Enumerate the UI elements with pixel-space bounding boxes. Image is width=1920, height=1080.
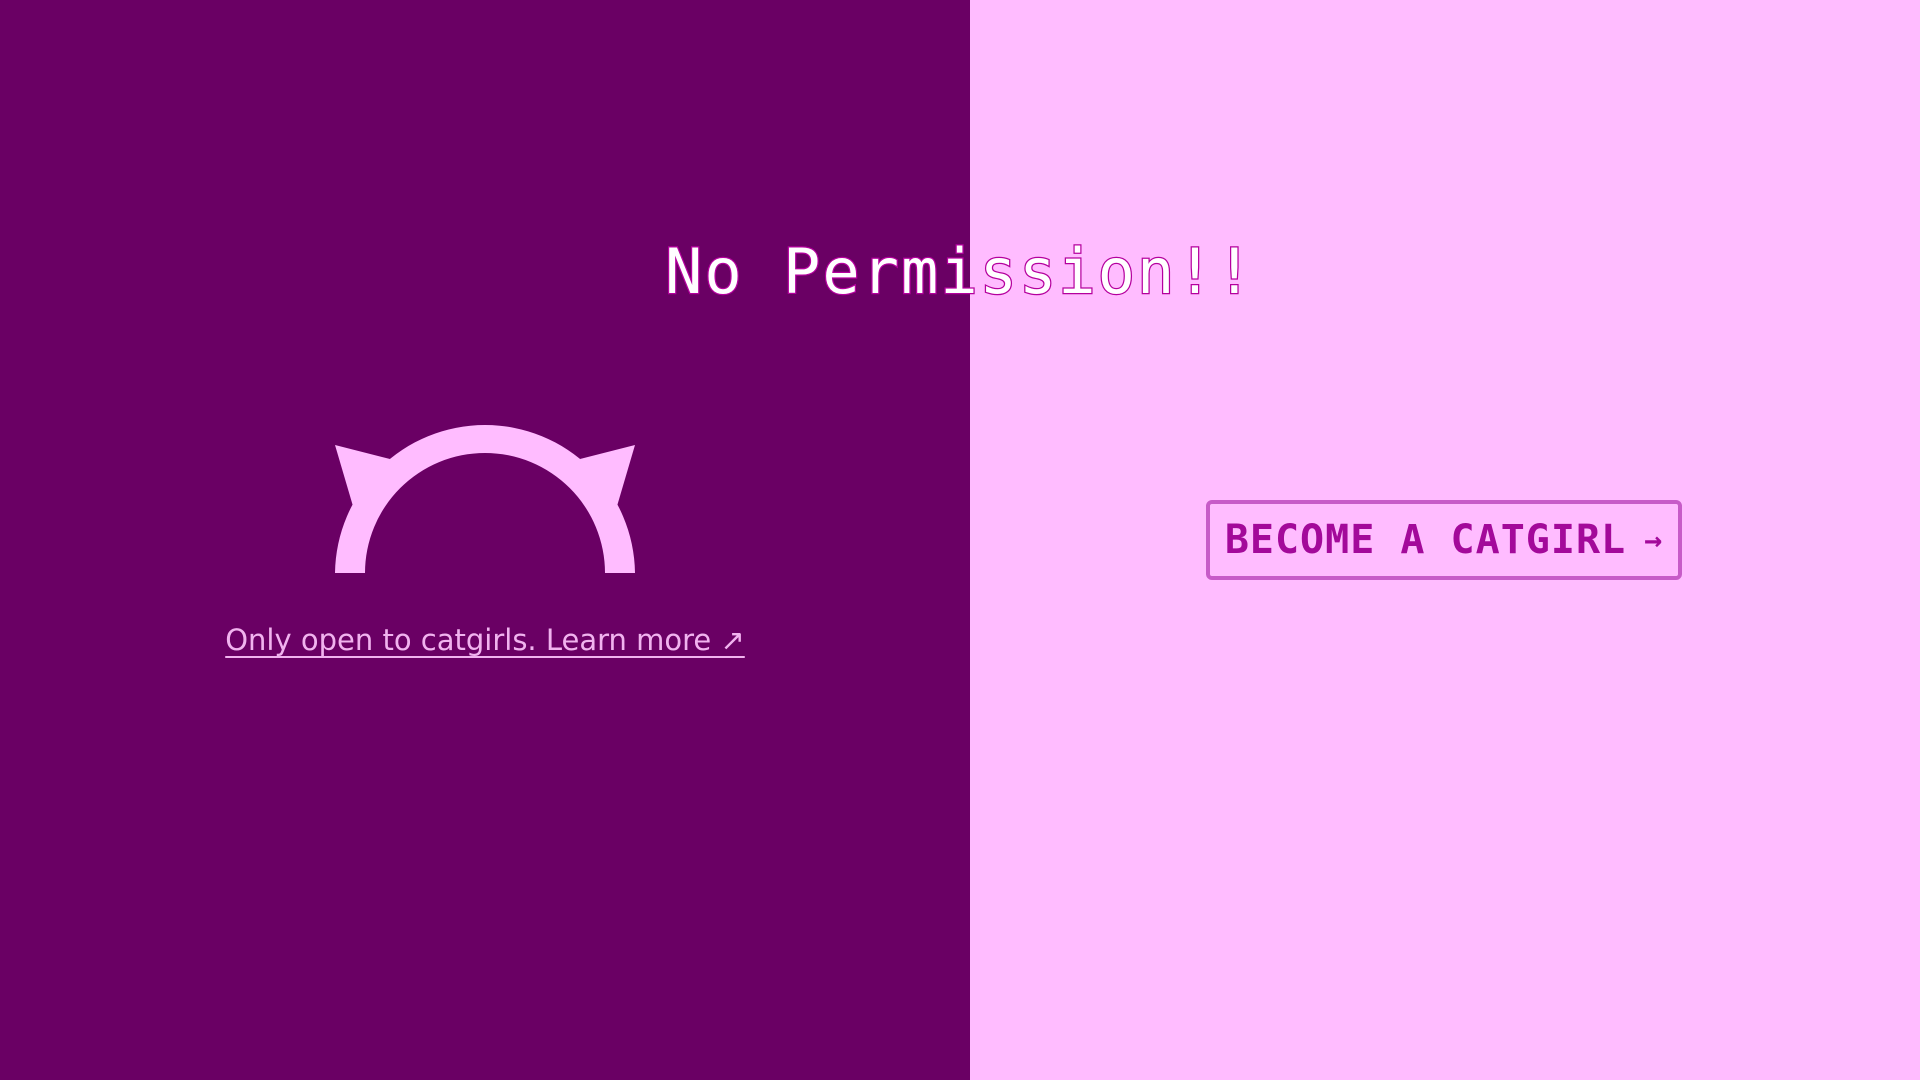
learn-more-link[interactable]: Only open to catgirls. Learn more ↗: [0, 620, 970, 660]
cat-ears-icon: [335, 425, 635, 573]
no-permission-page: No Permission!! Only open to catgirls. L…: [0, 0, 1920, 1080]
page-title: No Permission!!: [664, 234, 1255, 310]
become-catgirl-button-label: BECOME A CATGIRL: [1224, 517, 1627, 563]
become-catgirl-button[interactable]: BECOME A CATGIRL →: [1206, 500, 1682, 580]
arrow-right-icon: →: [1644, 522, 1664, 558]
